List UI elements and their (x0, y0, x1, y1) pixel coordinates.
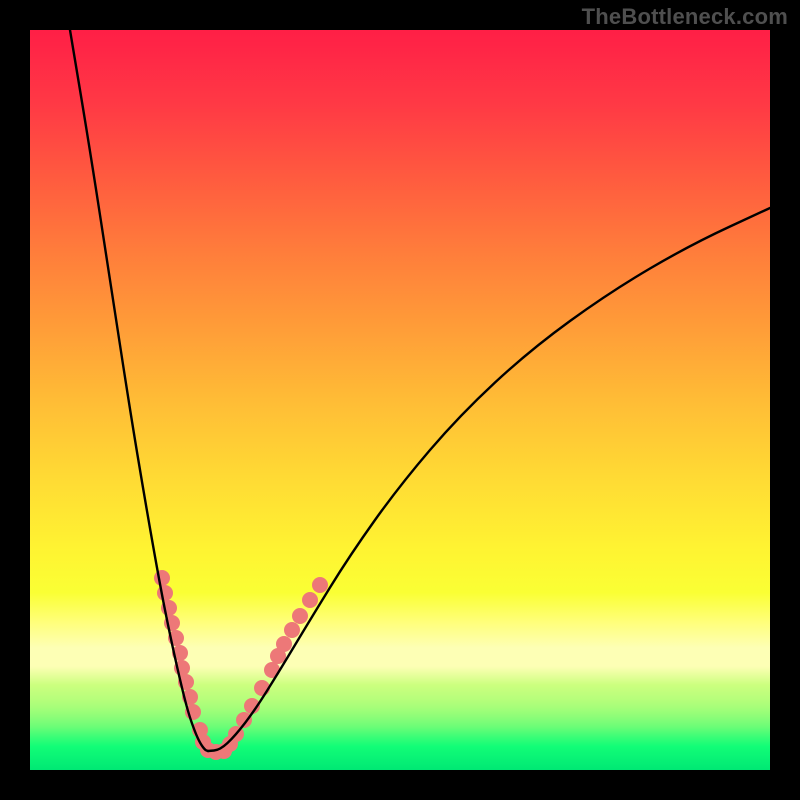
branding-watermark: TheBottleneck.com (582, 4, 788, 30)
marker-group (154, 570, 328, 760)
plot-frame (30, 30, 770, 770)
marker-dot (276, 636, 292, 652)
curve-left-branch (70, 30, 208, 751)
marker-dot (302, 592, 318, 608)
marker-dot (284, 622, 300, 638)
marker-dot (154, 570, 170, 586)
marker-dot (157, 585, 173, 601)
curve-right-branch (208, 208, 770, 751)
bottleneck-curve (30, 30, 770, 770)
marker-dot (292, 608, 308, 624)
marker-dot (312, 577, 328, 593)
